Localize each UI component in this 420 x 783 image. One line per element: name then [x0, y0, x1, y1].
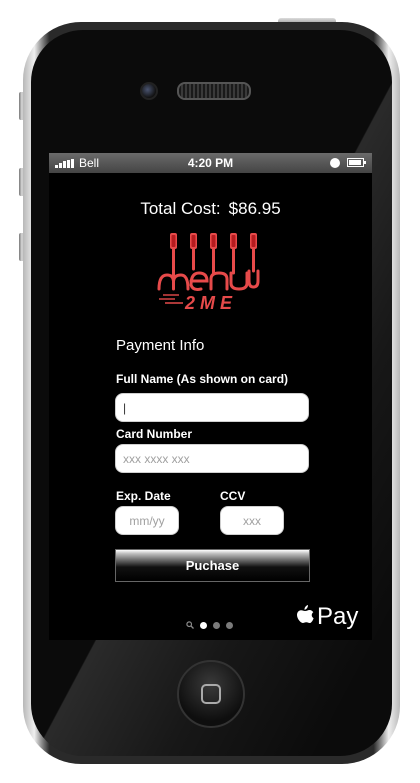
total-cost-label: Total Cost: — [140, 199, 221, 218]
full-name-label: Full Name (As shown on card) — [116, 372, 289, 386]
ccv-label: CCV — [220, 489, 246, 503]
menu2me-logo: 2 M E — [157, 233, 260, 313]
page-dot[interactable] — [200, 621, 207, 629]
apple-icon — [297, 605, 314, 623]
payment-info-title: Payment Info — [116, 337, 205, 354]
purchase-button[interactable]: Puchase — [115, 549, 310, 582]
search-icon[interactable] — [186, 621, 194, 629]
total-cost: Total Cost: $86.95 — [49, 199, 372, 219]
alarm-icon — [330, 158, 340, 168]
battery-icon — [347, 158, 366, 167]
total-cost-value: $86.95 — [228, 199, 281, 218]
apple-pay-label: Pay — [317, 603, 359, 630]
svg-text:2 M E: 2 M E — [184, 293, 233, 313]
full-name-input[interactable] — [115, 393, 309, 422]
exp-date-label: Exp. Date — [116, 489, 171, 503]
page-dot[interactable] — [226, 621, 233, 629]
page-indicator[interactable] — [186, 621, 233, 629]
exp-date-input[interactable] — [115, 506, 179, 535]
status-time: 4:20 PM — [187, 156, 234, 170]
home-button[interactable] — [177, 660, 245, 728]
camera-icon — [140, 82, 158, 100]
card-number-label: Card Number — [116, 427, 193, 441]
ccv-input[interactable] — [220, 506, 284, 535]
page-dot[interactable] — [213, 621, 220, 629]
home-square-icon — [201, 684, 221, 704]
status-bar: Bell 4:20 PM — [49, 153, 372, 173]
card-number-input[interactable] — [115, 444, 309, 473]
apple-pay-button[interactable]: Pay — [295, 603, 358, 631]
phone-screen: Bell 4:20 PM Total Cost: $86.95 2 M E Pa… — [49, 153, 372, 640]
speaker-grille — [177, 82, 251, 100]
